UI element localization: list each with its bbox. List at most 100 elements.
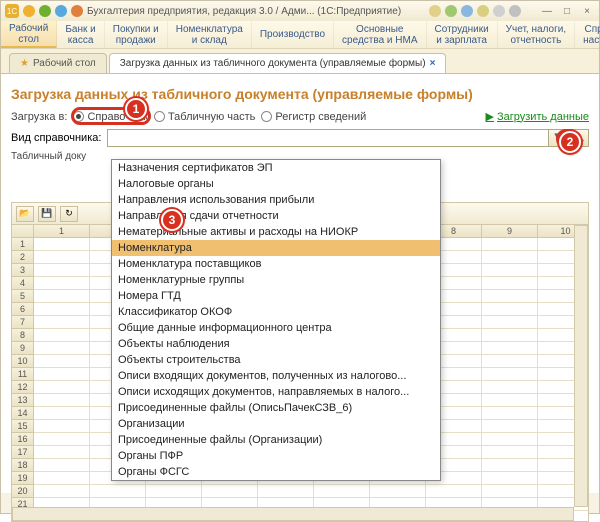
close-button[interactable]: × (579, 6, 595, 17)
cell[interactable] (482, 316, 538, 329)
row-header[interactable]: 5 (12, 290, 34, 303)
cell[interactable] (482, 329, 538, 342)
dropdown-item[interactable]: Объекты наблюдения (112, 336, 440, 352)
radio-register[interactable]: Регистр сведений (261, 111, 366, 123)
cell[interactable] (34, 251, 90, 264)
dropdown-item[interactable]: Нематериальные активы и расходы на НИОКР (112, 224, 440, 240)
toolbar-icon[interactable] (445, 5, 457, 17)
toolbar-icon[interactable] (461, 5, 473, 17)
cell[interactable] (426, 485, 482, 498)
toolbar-icon[interactable] (493, 5, 505, 17)
row-header[interactable]: 15 (12, 420, 34, 433)
cell[interactable] (90, 485, 146, 498)
cell[interactable] (34, 433, 90, 446)
cell[interactable] (34, 394, 90, 407)
cell[interactable] (34, 472, 90, 485)
col-header[interactable]: 1 (34, 225, 90, 238)
dropdown-item[interactable]: Назначения сертификатов ЭП (112, 160, 440, 176)
dropdown-item[interactable]: Общие данные информационного центра (112, 320, 440, 336)
cell[interactable] (34, 381, 90, 394)
dropdown-item[interactable]: Органы ФСГС (112, 464, 440, 480)
dropdown-item[interactable]: Присоединенные файлы (ОписьПачекСЗВ_6) (112, 400, 440, 416)
toolbar-icon[interactable] (55, 5, 67, 17)
radio-table-part[interactable]: Табличную часть (154, 111, 255, 123)
dropdown-item[interactable]: Номенклатура (112, 240, 440, 256)
cell[interactable] (34, 485, 90, 498)
toolbar-icon[interactable] (429, 5, 441, 17)
maximize-button[interactable]: □ (559, 6, 575, 17)
cell[interactable] (34, 264, 90, 277)
sheet-save-button[interactable]: 💾 (38, 206, 56, 222)
menu-item[interactable]: Рабочийстол (1, 21, 57, 48)
toolbar-icon[interactable] (509, 5, 521, 17)
toolbar-icon[interactable] (23, 5, 35, 17)
dropdown-item[interactable]: Номера ГТД (112, 288, 440, 304)
row-header[interactable]: 12 (12, 381, 34, 394)
cell[interactable] (34, 238, 90, 251)
row-header[interactable]: 7 (12, 316, 34, 329)
tab-desktop[interactable]: ★ Рабочий стол (9, 53, 107, 73)
cell[interactable] (34, 329, 90, 342)
row-header[interactable]: 19 (12, 472, 34, 485)
row-header[interactable]: 10 (12, 355, 34, 368)
menu-item[interactable]: Сотрудникии зарплата (427, 21, 498, 48)
dropdown-item[interactable]: Присоединенные файлы (Организации) (112, 432, 440, 448)
cell[interactable] (482, 407, 538, 420)
cell[interactable] (34, 303, 90, 316)
menu-item[interactable]: Справонастрой (575, 21, 600, 48)
cell[interactable] (482, 355, 538, 368)
cell[interactable] (34, 342, 90, 355)
menu-item[interactable]: Покупки ипродажи (105, 21, 168, 48)
sheet-open-button[interactable]: 📂 (16, 206, 34, 222)
cell[interactable] (482, 303, 538, 316)
cell[interactable] (202, 485, 258, 498)
cell[interactable] (34, 407, 90, 420)
cell[interactable] (34, 446, 90, 459)
cell[interactable] (482, 264, 538, 277)
row-header[interactable]: 13 (12, 394, 34, 407)
row-header[interactable]: 3 (12, 264, 34, 277)
menu-item[interactable]: Учет, налоги,отчетность (498, 21, 575, 48)
cell[interactable] (34, 290, 90, 303)
tab-load-data[interactable]: Загрузка данных из табличного документа … (109, 53, 447, 73)
row-header[interactable]: 9 (12, 342, 34, 355)
row-header[interactable]: 2 (12, 251, 34, 264)
directory-dropdown[interactable]: Назначения сертификатов ЭПНалоговые орга… (111, 159, 441, 481)
cell[interactable] (482, 485, 538, 498)
cell[interactable] (258, 485, 314, 498)
cell[interactable] (482, 277, 538, 290)
minimize-button[interactable]: — (539, 6, 555, 17)
menu-item[interactable]: Производство (252, 21, 334, 48)
dropdown-item[interactable]: Органы ПФР (112, 448, 440, 464)
dropdown-item[interactable]: Номенклатурные группы (112, 272, 440, 288)
dropdown-item[interactable]: Направления использования прибыли (112, 192, 440, 208)
cell[interactable] (482, 394, 538, 407)
cell[interactable] (482, 381, 538, 394)
dropdown-item[interactable]: Объекты строительства (112, 352, 440, 368)
cell[interactable] (34, 459, 90, 472)
row-header[interactable]: 20 (12, 485, 34, 498)
menu-item[interactable]: Номенклатураи склад (168, 21, 252, 48)
row-header[interactable]: 11 (12, 368, 34, 381)
dropdown-item[interactable]: Классификатор ОКОФ (112, 304, 440, 320)
dropdown-item[interactable]: Описи входящих документов, полученных из… (112, 368, 440, 384)
cell[interactable] (146, 485, 202, 498)
cell[interactable] (34, 368, 90, 381)
toolbar-icon[interactable] (71, 5, 83, 17)
cell[interactable] (482, 342, 538, 355)
menu-item[interactable]: Основныесредства и НМА (334, 21, 426, 48)
cell[interactable] (34, 420, 90, 433)
dropdown-item[interactable]: Организации (112, 416, 440, 432)
menu-item[interactable]: Банк икасса (57, 21, 104, 48)
cell[interactable] (482, 446, 538, 459)
horizontal-scrollbar[interactable] (12, 507, 574, 521)
cell[interactable] (34, 316, 90, 329)
row-header[interactable]: 14 (12, 407, 34, 420)
row-header[interactable]: 1 (12, 238, 34, 251)
cell[interactable] (482, 433, 538, 446)
cell[interactable] (370, 485, 426, 498)
directory-kind-combo[interactable]: ▾ (107, 129, 565, 147)
cell[interactable] (482, 472, 538, 485)
toolbar-icon[interactable] (39, 5, 51, 17)
dropdown-item[interactable]: Налоговые органы (112, 176, 440, 192)
